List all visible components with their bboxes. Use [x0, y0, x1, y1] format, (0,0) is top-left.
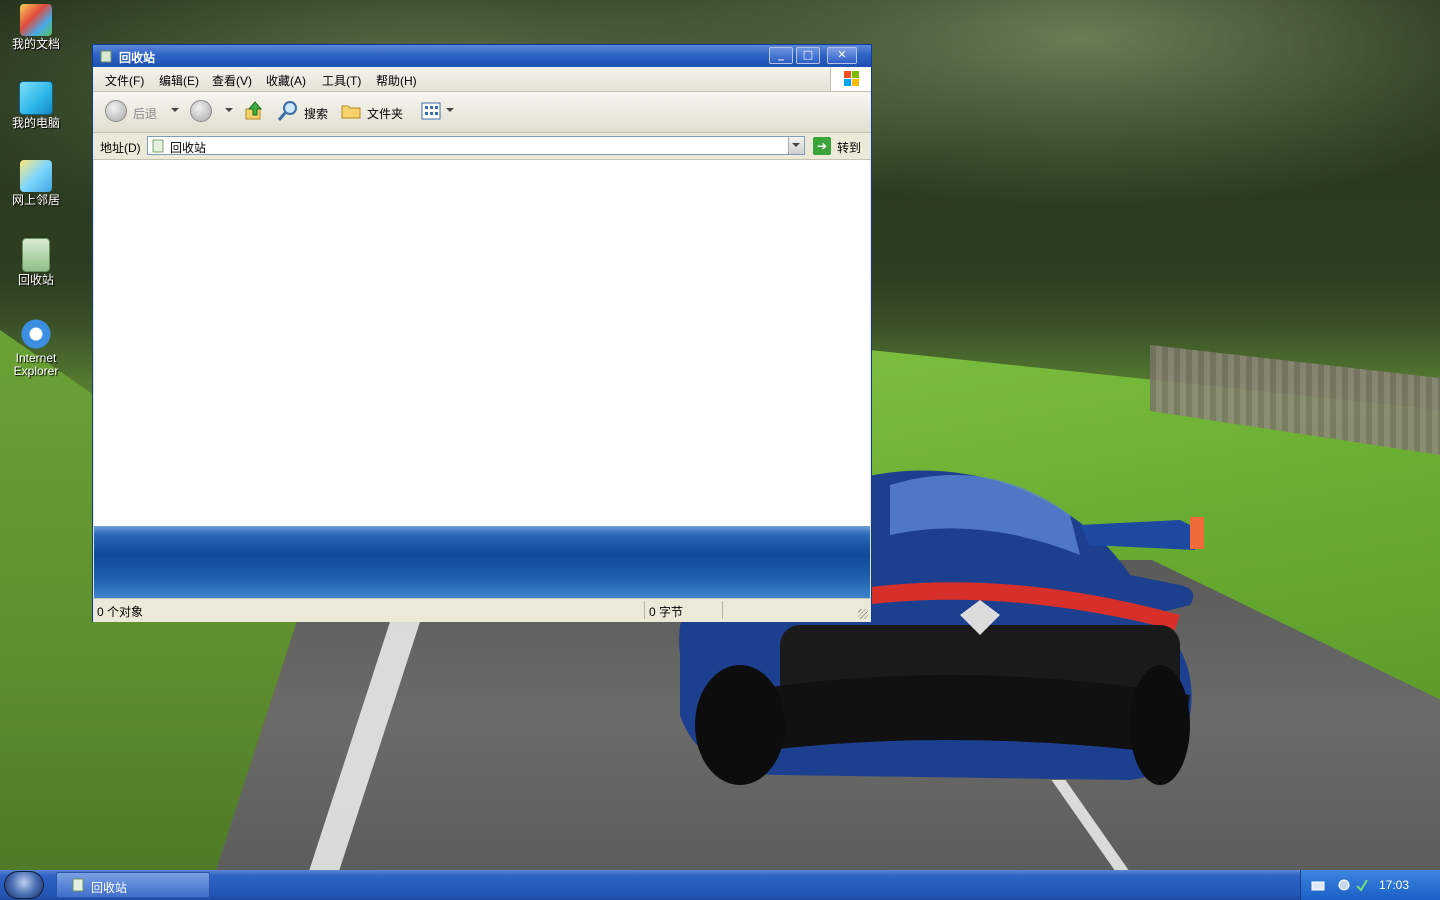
- window-title: 回收站: [119, 51, 156, 65]
- taskbar-button-recycle-bin[interactable]: 回收站: [56, 872, 210, 898]
- details-pane: [94, 526, 870, 598]
- search-label: 搜索: [304, 107, 329, 121]
- up-folder-icon: [245, 101, 263, 120]
- back-button[interactable]: 后退: [105, 100, 167, 124]
- forward-history-dropdown[interactable]: [223, 100, 235, 124]
- status-size: 0 字节: [649, 605, 684, 619]
- resize-grip[interactable]: [858, 609, 868, 619]
- start-button[interactable]: [4, 871, 44, 899]
- my-documents-icon: [20, 4, 52, 36]
- internet-explorer-icon: [20, 318, 52, 350]
- forward-arrow-icon: [190, 100, 212, 122]
- status-bar: 0 个对象 0 字节: [93, 598, 871, 622]
- back-arrow-icon: [105, 100, 127, 122]
- status-object-count: 0 个对象: [97, 605, 144, 619]
- desktop-icon-label: 网上邻居: [11, 193, 60, 207]
- go-label: 转到: [837, 141, 862, 155]
- menu-tools[interactable]: 工具(T): [322, 72, 361, 89]
- search-button[interactable]: 搜索: [277, 100, 333, 124]
- desktop-icon-internet-explorer[interactable]: Internet Explorer: [0, 318, 72, 378]
- folders-button[interactable]: 文件夹: [340, 100, 408, 124]
- close-button[interactable]: ✕: [827, 47, 857, 64]
- network-places-icon: [20, 160, 52, 192]
- desktop-icon-recycle-bin[interactable]: 回收站: [0, 238, 72, 287]
- system-tray: 17:03: [1300, 870, 1440, 900]
- menu-edit[interactable]: 编辑(E): [159, 72, 199, 89]
- desktop-icon-my-computer[interactable]: 我的电脑: [0, 81, 72, 130]
- views-icon: [421, 102, 441, 120]
- menu-view[interactable]: 查看(V): [212, 72, 252, 89]
- recycle-bin-icon: [152, 139, 164, 153]
- taskbar: 回收站 17:03: [0, 870, 1440, 900]
- menu-bar: 文件(F) 编辑(E) 查看(V) 收藏(A) 工具(T) 帮助(H): [93, 67, 871, 92]
- chevron-down-icon: [446, 108, 454, 112]
- desktop-icon-label: Internet Explorer: [13, 351, 59, 378]
- my-computer-icon: [19, 81, 53, 115]
- menu-help[interactable]: 帮助(H): [376, 72, 417, 89]
- views-button[interactable]: [420, 100, 454, 124]
- address-bar: 地址(D) 回收站 ➔ 转到: [93, 133, 871, 160]
- menu-favorites[interactable]: 收藏(A): [266, 72, 306, 89]
- go-button[interactable]: ➔ 转到: [813, 136, 869, 156]
- chevron-down-icon: [171, 108, 179, 112]
- keyboard-icon[interactable]: [1311, 878, 1325, 892]
- address-input[interactable]: 回收站: [147, 136, 805, 155]
- desktop-icon-label: 我的文档: [11, 37, 60, 51]
- up-folder-button[interactable]: [243, 100, 265, 124]
- address-label: 地址(D): [100, 141, 141, 155]
- back-label: 后退: [133, 107, 158, 121]
- desktop-icon-label: 回收站: [17, 273, 54, 287]
- desktop-icon-label: 我的电脑: [11, 116, 60, 130]
- address-value: 回收站: [170, 141, 207, 155]
- volume-icon[interactable]: [1337, 878, 1351, 892]
- taskbar-button-label: 回收站: [91, 881, 128, 895]
- address-dropdown-button[interactable]: [788, 137, 804, 154]
- chevron-down-icon: [792, 143, 800, 147]
- windows-logo-icon: [830, 67, 871, 91]
- chevron-down-icon: [225, 108, 233, 112]
- minimize-button[interactable]: _: [769, 47, 793, 64]
- search-icon: [277, 101, 297, 121]
- forward-button[interactable]: [190, 100, 214, 124]
- menu-file[interactable]: 文件(F): [105, 72, 144, 89]
- folders-label: 文件夹: [367, 107, 404, 121]
- explorer-window: 回收站 _ □ ✕ 文件(F) 编辑(E) 查看(V) 收藏(A) 工具(T) …: [92, 44, 872, 622]
- toolbar: 后退 搜索 文件夹: [93, 92, 871, 133]
- clock[interactable]: 17:03: [1379, 878, 1409, 892]
- recycle-bin-icon: [22, 238, 50, 272]
- folder-icon: [341, 105, 361, 119]
- go-arrow-icon: ➔: [813, 137, 831, 155]
- window-titlebar[interactable]: 回收站 _ □ ✕: [93, 45, 871, 67]
- back-history-dropdown[interactable]: [169, 100, 181, 124]
- maximize-button[interactable]: □: [796, 47, 820, 64]
- status-separator: [722, 601, 723, 619]
- status-separator: [644, 601, 645, 619]
- recycle-bin-icon: [72, 878, 84, 892]
- file-list-area[interactable]: [94, 160, 870, 526]
- desktop-icon-network-places[interactable]: 网上邻居: [0, 160, 72, 207]
- desktop-icon-my-documents[interactable]: 我的文档: [0, 4, 72, 51]
- recycle-bin-icon: [100, 50, 112, 63]
- network-icon[interactable]: [1355, 878, 1369, 892]
